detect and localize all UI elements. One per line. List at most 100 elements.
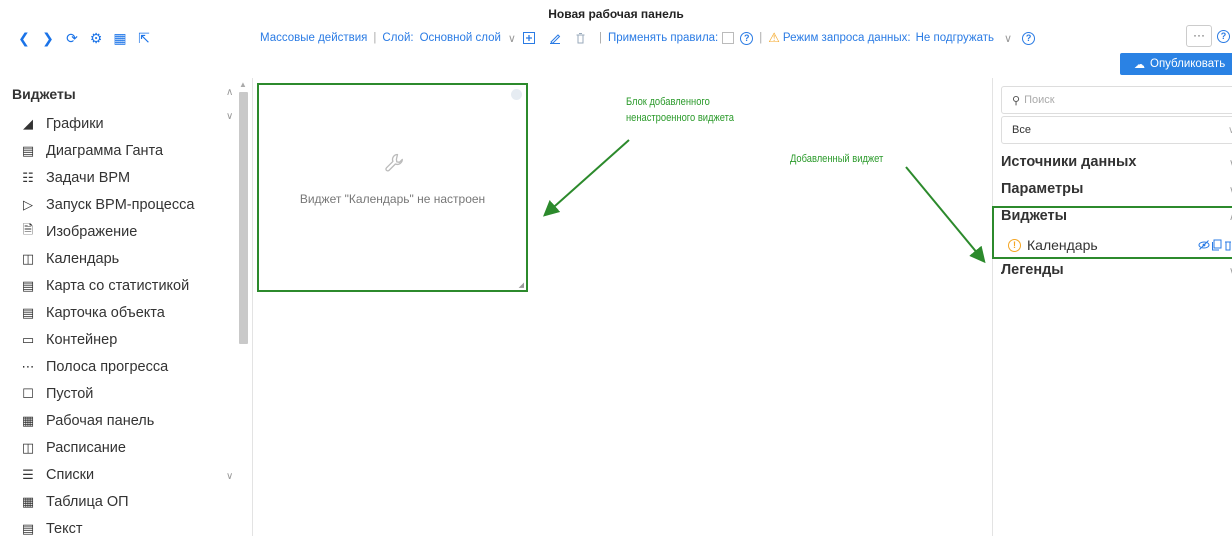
- help-icon[interactable]: ?: [1217, 30, 1230, 43]
- sidebar-item-label: Карточка объекта: [46, 304, 165, 321]
- add-icon[interactable]: [522, 32, 535, 44]
- sidebar-item-label: Пустой: [46, 385, 94, 402]
- section-parameters[interactable]: Параметры: [1001, 181, 1083, 197]
- empty-icon: ☐: [22, 385, 34, 401]
- sidebar-item-label: Таблица ОП: [46, 493, 129, 510]
- forward-icon[interactable]: ❯: [36, 29, 60, 47]
- search-icon: ⚲: [1012, 94, 1021, 107]
- more-button[interactable]: ···: [1186, 25, 1212, 47]
- map-icon: ▤: [21, 277, 35, 293]
- sidebar-item-label: Контейнер: [46, 331, 118, 348]
- panel-icon: ▦: [21, 412, 35, 428]
- text-icon: ▤: [21, 520, 35, 536]
- section-legends[interactable]: Легенды: [1001, 262, 1064, 278]
- sidebar-item-lists[interactable]: ☰ Списки: [20, 461, 220, 488]
- section-data-sources[interactable]: Источники данных: [1001, 154, 1136, 170]
- sidebar-item-label: Карта со статистикой: [46, 277, 190, 294]
- layer-select[interactable]: Основной слой: [420, 32, 501, 44]
- schedule-icon: ◫: [21, 439, 35, 455]
- copy-icon[interactable]: [1211, 239, 1223, 254]
- scroll-up-icon[interactable]: ▲: [239, 80, 247, 89]
- sidebar-item-bpm-tasks[interactable]: ☷ Задачи BPM: [20, 164, 220, 191]
- widget-list-item-calendar[interactable]: ! Календарь: [1008, 237, 1098, 253]
- sidebar-item-table[interactable]: ▦ Таблица ОП: [20, 488, 220, 515]
- sidebar-item-label: Запуск BPM-процесса: [46, 196, 195, 213]
- dashboard-canvas[interactable]: Виджет "Календарь" не настроен ◢ Блок до…: [254, 78, 992, 536]
- sidebar-item-label: Рабочая панель: [46, 412, 155, 429]
- back-icon[interactable]: ❮: [12, 29, 36, 47]
- dashboard-icon[interactable]: ▦: [108, 29, 132, 47]
- publish-button[interactable]: ☁ Опубликовать: [1120, 53, 1232, 75]
- sidebar-item-container[interactable]: ▭ Контейнер: [20, 326, 220, 353]
- scrollbar-thumb[interactable]: [239, 92, 248, 344]
- cloud-upload-icon: ☁: [1134, 58, 1145, 71]
- toolbar-divider: |: [598, 32, 602, 44]
- search-input[interactable]: ⚲ Поиск: [1001, 86, 1232, 114]
- delete-icon[interactable]: [575, 32, 586, 44]
- sidebar-item-schedule[interactable]: ◫ Расписание: [20, 434, 220, 461]
- sidebar-item-label: Графики: [46, 115, 104, 132]
- chart-icon: ◢: [23, 115, 33, 131]
- data-mode-select[interactable]: Не подгружать: [916, 32, 994, 44]
- annotation-added-widget: Добавленный виджет: [790, 153, 884, 165]
- sidebar-item-progress[interactable]: ⋯ Полоса прогресса: [20, 353, 220, 380]
- settings-icon[interactable]: ⚙: [84, 29, 108, 47]
- bpm-start-icon: ▷: [23, 196, 33, 212]
- right-panel: ⚲ Поиск Все ∨ Источники данных ∨ Парамет…: [992, 78, 1232, 536]
- resize-handle[interactable]: ◢: [519, 281, 524, 289]
- apply-rules-label: Применять правила:: [607, 32, 719, 44]
- apply-rules-checkbox[interactable]: [722, 32, 735, 44]
- delete-icon[interactable]: [1224, 239, 1232, 254]
- sidebar-item-image[interactable]: 🗎 Изображение: [20, 218, 220, 245]
- sidebar-item-label: Полоса прогресса: [46, 358, 169, 375]
- sidebar-item-label: Расписание: [46, 439, 126, 456]
- sidebar-item-label: Изображение: [46, 223, 138, 240]
- sidebar-item-map[interactable]: ▤ Карта со статистикой: [20, 272, 220, 299]
- widgets-sidebar: Виджеты ∧ ◢ Графики ▤ Диаграмма Ганта ☷ Зад…: [0, 78, 253, 536]
- sidebar-item-gantt[interactable]: ▤ Диаграмма Ганта: [20, 137, 220, 164]
- warning-icon: ⚠: [768, 30, 780, 45]
- main-toolbar: Массовые действия | Слой: Основной слой …: [260, 28, 1036, 48]
- sidebar-item-label: Задачи BPM: [46, 169, 131, 186]
- sidebar-item-object-card[interactable]: ▤ Карточка объекта: [20, 299, 220, 326]
- bulk-actions-link[interactable]: Массовые действия: [260, 32, 367, 44]
- sidebar-item-label: Диаграмма Ганта: [46, 142, 164, 159]
- progress-icon: ⋯: [21, 358, 35, 374]
- sidebar-item-label: Текст: [46, 520, 83, 536]
- object-card-icon: ▤: [21, 304, 35, 320]
- bpm-tasks-icon: ☷: [22, 169, 34, 185]
- layer-label: Слой:: [382, 32, 414, 44]
- sidebar-item-calendar[interactable]: ◫ Календарь: [20, 245, 220, 272]
- toolbar-divider: |: [759, 32, 763, 44]
- widget-item-actions: [1198, 239, 1232, 254]
- sidebar-item-empty[interactable]: ☐ Пустой: [20, 380, 220, 407]
- help-icon[interactable]: ?: [1022, 31, 1036, 45]
- fullscreen-icon[interactable]: ⇱: [132, 29, 156, 47]
- wrench-icon: [385, 153, 403, 172]
- unconfigured-widget-block[interactable]: Виджет "Календарь" не настроен ◢: [257, 83, 528, 292]
- annotation-unconfigured-block: Блок добавленного ненастроенного виджета: [626, 96, 734, 124]
- filter-select[interactable]: Все ∨: [1001, 116, 1232, 144]
- chevron-down-icon[interactable]: ∨: [508, 32, 516, 45]
- edit-icon[interactable]: [549, 32, 561, 44]
- chevron-down-icon[interactable]: ∨: [226, 471, 233, 482]
- list-icon: ☰: [22, 466, 34, 482]
- page-title: Новая рабочая панель: [548, 7, 684, 21]
- visibility-off-icon[interactable]: [1198, 239, 1210, 254]
- sidebar-item-text[interactable]: ▤ Текст: [20, 515, 220, 536]
- chevron-down-icon[interactable]: ∨: [226, 111, 233, 122]
- sidebar-item-panel[interactable]: ▦ Рабочая панель: [20, 407, 220, 434]
- sidebar-title: Виджеты: [12, 86, 76, 102]
- chevron-down-icon: ∨: [1228, 125, 1232, 136]
- refresh-icon[interactable]: ⟳: [60, 29, 84, 47]
- toolbar-divider: |: [373, 32, 377, 44]
- help-icon[interactable]: ?: [740, 31, 754, 45]
- sidebar-item-bpm-start[interactable]: ▷ Запуск BPM-процесса: [20, 191, 220, 218]
- widget-menu-icon[interactable]: [511, 89, 522, 100]
- sidebar-item-charts[interactable]: ◢ Графики: [20, 110, 220, 137]
- chevron-down-icon[interactable]: ∨: [1004, 32, 1012, 45]
- widget-not-configured-message: Виджет "Календарь" не настроен: [299, 192, 486, 206]
- table-icon: ▦: [21, 493, 35, 509]
- sidebar-item-label: Календарь: [46, 250, 120, 267]
- chevron-up-icon[interactable]: ∧: [226, 87, 233, 98]
